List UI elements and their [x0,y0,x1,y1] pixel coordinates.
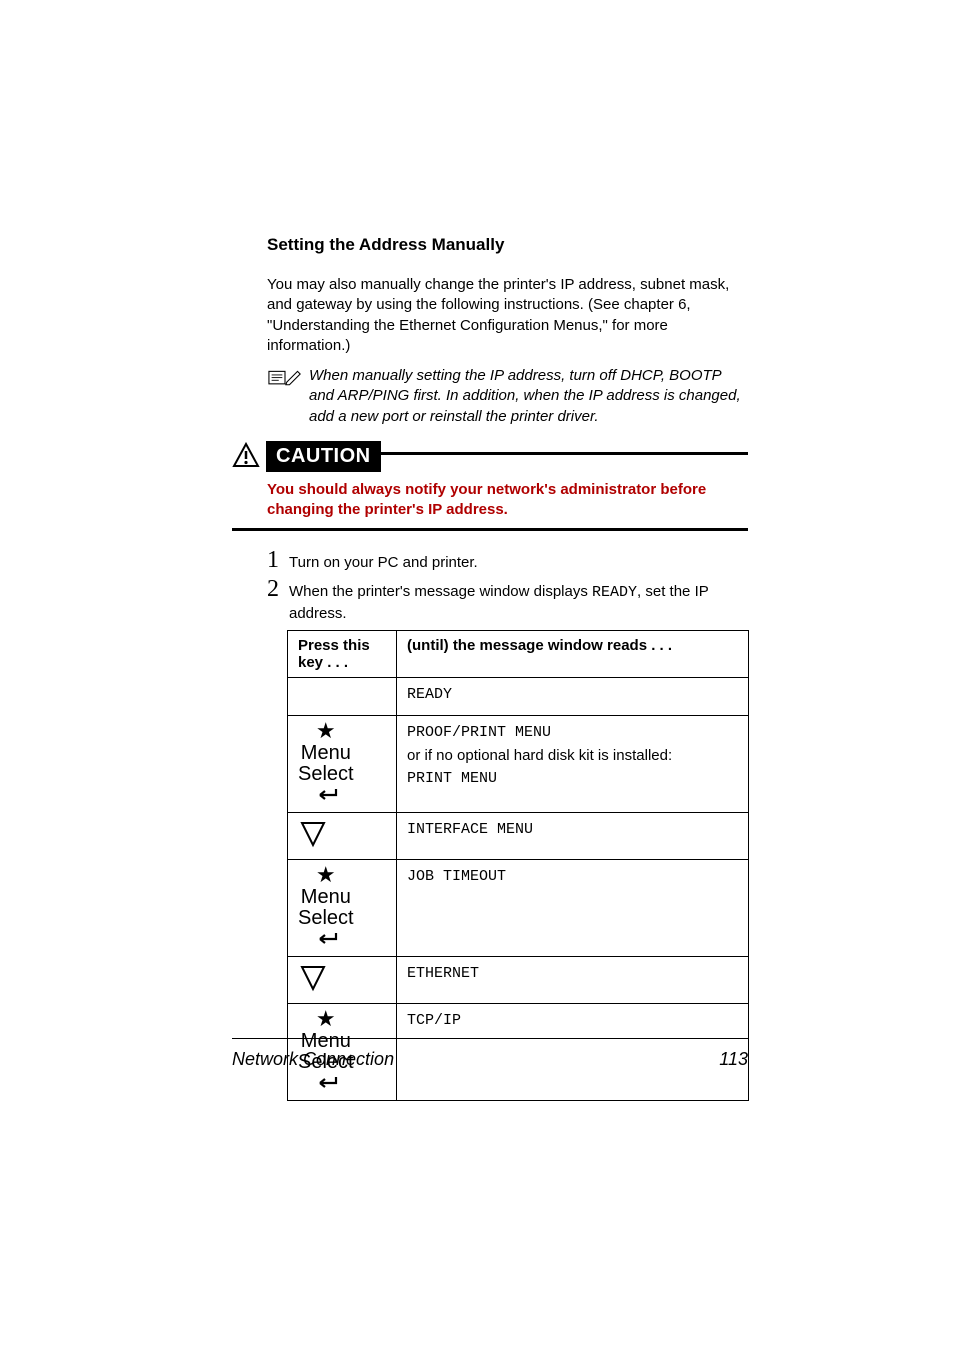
step-text: When the printer's message window displa… [289,582,748,624]
step-number: 2 [267,576,289,603]
table-header-press: Press this key . . . [288,630,397,677]
message-code: INTERFACE MENU [407,821,738,838]
select-label: Select [298,907,354,929]
note-text: When manually setting the IP address, tu… [309,366,748,427]
enter-arrow-icon [314,1072,338,1094]
key-cell-menu-select: ★ Menu Select [288,715,397,812]
page-footer: Network Connection 113 [232,1038,748,1070]
table-header-message: (until) the message window reads . . . [397,630,749,677]
key-cell-down [288,956,397,1003]
caution-text: You should always notify your network's … [267,480,748,521]
step-text: Turn on your PC and printer. [289,553,478,573]
key-cell-menu-select: ★ Menu Select [288,859,397,956]
star-icon: ★ [316,1006,336,1031]
enter-arrow-icon [314,784,338,806]
warning-triangle-icon [232,442,260,470]
select-label: Select [298,763,354,785]
footer-section-title: Network Connection [232,1049,394,1070]
step-text-code: READY [592,584,637,601]
intro-paragraph: You may also manually change the printer… [267,275,748,356]
caution-header: CAUTION [232,441,748,472]
table-header-row: Press this key . . . (until) the message… [288,630,749,677]
step-number: 1 [267,547,289,574]
key-cell-empty [288,677,397,715]
caution-label: CAUTION [266,441,381,472]
caution-top-rule [380,452,748,469]
message-cell: PROOF/PRINT MENU or if no optional hard … [397,715,749,812]
key-sequence-table: Press this key . . . (until) the message… [287,630,749,1101]
message-code: PROOF/PRINT MENU [407,724,738,741]
footer-rule [232,1038,748,1039]
down-triangle-icon [298,819,328,849]
down-triangle-icon [298,963,328,993]
table-row: ETHERNET [288,956,749,1003]
step-text-pre: When the printer's message window displa… [289,583,592,600]
message-code: READY [407,686,738,703]
message-cell: INTERFACE MENU [397,812,749,859]
table-row: READY [288,677,749,715]
message-plain: or if no optional hard disk kit is insta… [407,747,738,764]
star-icon: ★ [316,718,336,743]
message-code: JOB TIMEOUT [407,868,738,885]
caution-bottom-rule [232,528,748,531]
message-cell: ETHERNET [397,956,749,1003]
step-2: 2 When the printer's message window disp… [267,576,748,624]
key-cell-down [288,812,397,859]
note-block: When manually setting the IP address, tu… [267,366,748,427]
message-code: TCP/IP [407,1012,738,1029]
enter-arrow-icon [314,928,338,950]
section-heading: Setting the Address Manually [267,235,748,255]
message-cell: JOB TIMEOUT [397,859,749,956]
table-row: INTERFACE MENU [288,812,749,859]
pencil-note-icon [267,366,309,396]
table-row: ★ Menu Select PROOF/PRINT MENU or if no … [288,715,749,812]
message-code: ETHERNET [407,965,738,982]
menu-label: Menu [301,886,351,908]
footer-page-number: 113 [719,1049,748,1070]
star-icon: ★ [316,862,336,887]
step-1: 1 Turn on your PC and printer. [267,547,748,574]
table-row: ★ Menu Select JOB TIMEOUT [288,859,749,956]
menu-label: Menu [301,742,351,764]
message-cell: READY [397,677,749,715]
message-code: PRINT MENU [407,770,738,787]
